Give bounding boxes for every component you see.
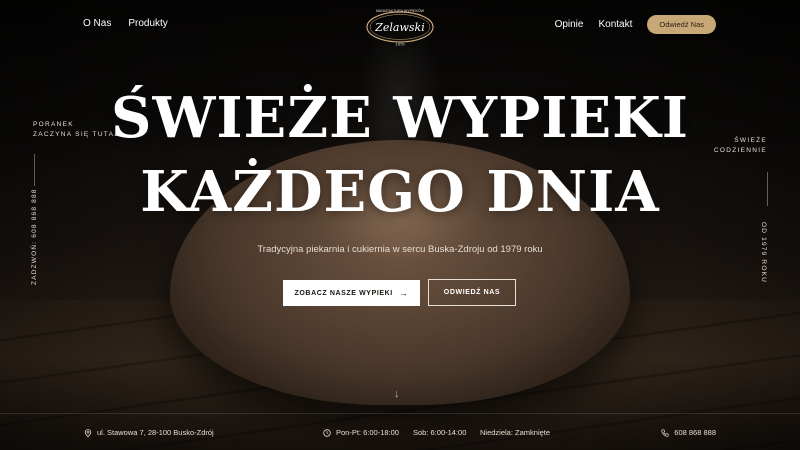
logo[interactable]: MANUFAKTURA WYPIEKÓW Zelawski 1979 bbox=[364, 6, 436, 48]
visit-us-outline-button[interactable]: ODWIEDŹ NAS bbox=[428, 279, 516, 306]
arrow-down-icon[interactable]: ↓ bbox=[394, 388, 400, 400]
clock-icon bbox=[323, 428, 331, 437]
nav-left: O Nas Produkty bbox=[83, 18, 168, 29]
hours-saturday-info: Sob: 6:00-14:00 bbox=[413, 428, 466, 437]
hours-saturday-text: Sob: 6:00-14:00 bbox=[413, 428, 467, 437]
headline-line-1: ŚWIEŻE WYPIEKI bbox=[111, 85, 689, 151]
nav-link-kontakt[interactable]: Kontakt bbox=[598, 19, 632, 30]
address-info: ul. Stawowa 7, 28-100 Busko-Zdrój bbox=[84, 428, 214, 437]
visit-us-button[interactable]: Odwiedź Nas bbox=[647, 15, 716, 34]
hours-weekday-text: Pon-Pt: 6:00-18:00 bbox=[336, 428, 399, 437]
address-text: ul. Stawowa 7, 28-100 Busko-Zdrój bbox=[97, 428, 214, 437]
logo-year: 1979 bbox=[396, 42, 406, 47]
nav-link-produkty[interactable]: Produkty bbox=[128, 18, 167, 29]
arrow-right-icon: → bbox=[398, 288, 409, 298]
nav-right: Opinie Kontakt Odwiedź Nas bbox=[555, 15, 716, 34]
location-pin-icon bbox=[84, 428, 92, 437]
see-products-button[interactable]: ZOBACZ NASZE WYPIEKI → bbox=[283, 280, 420, 306]
phone-text: 608 868 888 bbox=[674, 428, 716, 437]
headline-line-2: KAŻDEGO DNIA bbox=[140, 159, 660, 225]
hours-weekday-info: Pon-Pt: 6:00-18:00 bbox=[323, 428, 399, 437]
phone-icon bbox=[661, 428, 669, 437]
see-products-label: ZOBACZ NASZE WYPIEKI bbox=[294, 289, 393, 297]
nav-link-o-nas[interactable]: O Nas bbox=[83, 18, 111, 29]
logo-top-text: MANUFAKTURA WYPIEKÓW bbox=[376, 8, 425, 13]
phone-info[interactable]: 608 868 888 bbox=[661, 428, 716, 437]
hours-sunday-text: Niedziela: Zamknięte bbox=[480, 428, 551, 437]
logo-name: Zelawski bbox=[374, 21, 424, 34]
hours-sunday-info: Niedziela: Zamknięte bbox=[480, 428, 550, 437]
bottom-divider bbox=[0, 413, 800, 414]
visit-us-outline-label: ODWIEDŹ NAS bbox=[443, 289, 501, 296]
vignette-overlay bbox=[0, 0, 800, 450]
hero-subtitle: Tradycyjna piekarnia i cukiernia w sercu… bbox=[257, 244, 543, 255]
nav-link-opinie[interactable]: Opinie bbox=[555, 19, 584, 30]
